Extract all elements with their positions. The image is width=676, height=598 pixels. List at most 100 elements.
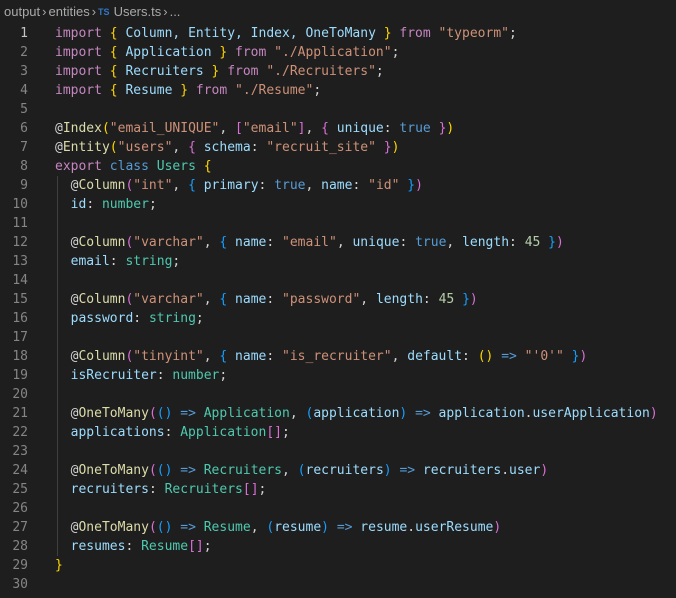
code-line[interactable]: 2 import { Application } from "./Applicat…: [0, 43, 676, 62]
code-line[interactable]: 28 resumes: Resume[];: [0, 537, 676, 556]
code-token: =>: [180, 520, 196, 535]
code-line[interactable]: 7 @Entity("users", { schema: "recruit_sit…: [0, 138, 676, 157]
code-line[interactable]: 17: [0, 328, 676, 347]
code-line[interactable]: 23: [0, 442, 676, 461]
code-token: (: [148, 406, 157, 421]
code-line[interactable]: 8 export class Users {: [0, 157, 676, 176]
code-token: @: [55, 349, 79, 364]
code-token: Recruiters: [203, 463, 283, 478]
code-token: name: [235, 235, 267, 250]
line-number: 5: [20, 102, 28, 117]
line-number: 1: [20, 26, 28, 41]
code-line[interactable]: 25 recruiters: Recruiters[];: [0, 480, 676, 499]
code-line[interactable]: 4 import { Resume } from "./Resume";: [0, 81, 676, 100]
code-token: Recruiters: [117, 64, 212, 79]
code-line[interactable]: 24 @OneToMany(() => Recruiters, (recruit…: [0, 461, 676, 480]
code-token: (: [297, 463, 306, 478]
code-token: ): [383, 463, 392, 478]
code-token: []: [242, 482, 259, 497]
code-line[interactable]: 20: [0, 385, 676, 404]
code-token: (): [156, 406, 173, 421]
line-number: 30: [12, 577, 28, 592]
code-token: :: [156, 368, 173, 383]
line-number: 8: [20, 159, 28, 174]
line-number: 14: [12, 273, 28, 288]
code-token: {: [109, 45, 118, 60]
line-number: 20: [12, 387, 28, 402]
code-line[interactable]: 16 password: string;: [0, 309, 676, 328]
code-token: ,: [391, 349, 408, 364]
code-token: ): [649, 406, 658, 421]
code-token: ): [579, 349, 588, 364]
code-text: @Column("varchar", { name: "email", uniq…: [55, 233, 564, 252]
code-line[interactable]: 5: [0, 100, 676, 119]
code-token: ;: [172, 254, 181, 269]
code-token: {: [109, 83, 118, 98]
code-line[interactable]: 27 @OneToMany(() => Resume, (resume) => …: [0, 518, 676, 537]
code-token: Column: [78, 235, 126, 250]
code-token: from: [227, 64, 259, 79]
code-token: userResume: [415, 520, 494, 535]
code-line[interactable]: 15 @Column("varchar", { name: "password"…: [0, 290, 676, 309]
line-number: 24: [12, 463, 28, 478]
code-token: Index: [62, 121, 102, 136]
code-token: (): [477, 349, 494, 364]
code-line[interactable]: 9 @Column("int", { primary: true, name: …: [0, 176, 676, 195]
code-token: id: [70, 197, 87, 212]
code-token: number: [172, 368, 220, 383]
code-text: import { Resume } from "./Resume";: [55, 81, 321, 100]
code-line[interactable]: 29}: [0, 556, 676, 575]
code-token: :: [383, 121, 400, 136]
code-token: recruiters: [422, 463, 502, 478]
breadcrumb-item-file[interactable]: Users.ts: [114, 4, 162, 19]
code-token: resume: [274, 520, 322, 535]
code-line[interactable]: 10 id: number;: [0, 195, 676, 214]
code-line[interactable]: 18 @Column("tinyint", { name: "is_recrui…: [0, 347, 676, 366]
line-number: 19: [12, 368, 28, 383]
code-text: resumes: Resume[];: [55, 537, 212, 556]
code-token: =>: [399, 463, 416, 478]
code-line[interactable]: 13 email: string;: [0, 252, 676, 271]
code-line[interactable]: 11: [0, 214, 676, 233]
code-token: isRecruiter: [70, 368, 157, 383]
chevron-right-icon: ›: [163, 4, 168, 19]
code-line[interactable]: 26: [0, 499, 676, 518]
breadcrumb-item-symbols[interactable]: ...: [170, 4, 181, 19]
code-editor[interactable]: 1 import { Column, Entity, Index, OneToMa…: [0, 24, 676, 594]
breadcrumb-item-output[interactable]: output: [4, 4, 40, 19]
code-token: ,: [336, 235, 353, 250]
code-line[interactable]: 1 import { Column, Entity, Index, OneToMa…: [0, 24, 676, 43]
code-token: "'0'": [524, 349, 564, 364]
code-token: import: [55, 26, 102, 41]
code-token: Resume: [203, 520, 251, 535]
code-line[interactable]: 19 isRecruiter: number;: [0, 366, 676, 385]
code-token: "users": [117, 140, 173, 155]
line-number: 11: [12, 216, 28, 231]
breadcrumb-item-entities[interactable]: entities: [49, 4, 90, 19]
code-line[interactable]: 3 import { Recruiters } from "./Recruiter…: [0, 62, 676, 81]
code-line[interactable]: 21 @OneToMany(() => Application, (applic…: [0, 404, 676, 423]
code-line[interactable]: 22 applications: Application[];: [0, 423, 676, 442]
code-line[interactable]: 30: [0, 575, 676, 594]
line-number: 29: [12, 558, 28, 573]
line-number: 7: [20, 140, 28, 155]
code-line[interactable]: 6 @Index("email_UNIQUE", ["email"], { uni…: [0, 119, 676, 138]
code-token: "typeorm": [438, 26, 509, 41]
code-token: Application: [180, 425, 267, 440]
code-line[interactable]: 12 @Column("varchar", { name: "email", u…: [0, 233, 676, 252]
code-token: ;: [148, 197, 157, 212]
code-line[interactable]: 14: [0, 271, 676, 290]
code-token: ;: [219, 368, 228, 383]
line-number: 25: [12, 482, 28, 497]
code-token: Resume: [117, 83, 181, 98]
